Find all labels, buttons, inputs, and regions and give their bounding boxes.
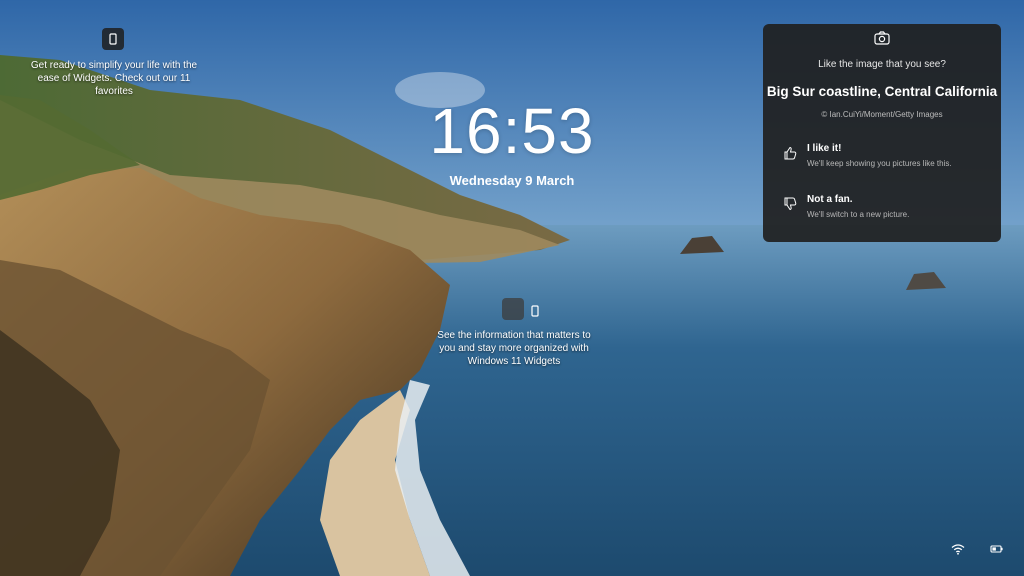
wifi-icon[interactable]	[951, 543, 965, 555]
spotlight-image-title[interactable]: Big Sur coastline, Central California	[763, 84, 1001, 99]
phone-icon	[531, 305, 539, 317]
dislike-option-label: Not a fan.	[807, 194, 853, 205]
widget-hint-text-top: Get ready to simplify your life with the…	[30, 60, 198, 97]
dislike-option[interactable]: Not a fan. We'll switch to a new picture…	[783, 193, 993, 227]
spotlight-image-credit: © Ian.CuiYi/Moment/Getty Images	[821, 110, 943, 119]
spotlight-question: Like the image that you see?	[818, 59, 946, 70]
thumbs-up-icon	[784, 146, 797, 160]
spotlight-feedback-panel: Like the image that you see? Big Sur coa…	[763, 24, 1001, 242]
lockscreen-clock: 16:53	[429, 95, 595, 167]
phone-icon	[109, 33, 117, 45]
like-option[interactable]: I like it! We'll keep showing you pictur…	[783, 142, 993, 176]
like-option-description: We'll keep showing you pictures like thi…	[807, 159, 952, 168]
camera-icon	[874, 31, 890, 45]
lockscreen-date: Wednesday 9 March	[449, 173, 575, 188]
widgets-tile-center[interactable]	[524, 300, 546, 322]
widgets-tile-top[interactable]	[102, 28, 124, 50]
thumbs-down-icon	[784, 197, 797, 211]
battery-icon[interactable]	[990, 543, 1004, 555]
widgets-tile-center-left	[502, 298, 524, 320]
dislike-option-description: We'll switch to a new picture.	[807, 210, 910, 219]
like-option-label: I like it!	[807, 143, 842, 154]
widget-hint-text-center: See the information that matters to you …	[437, 330, 591, 367]
